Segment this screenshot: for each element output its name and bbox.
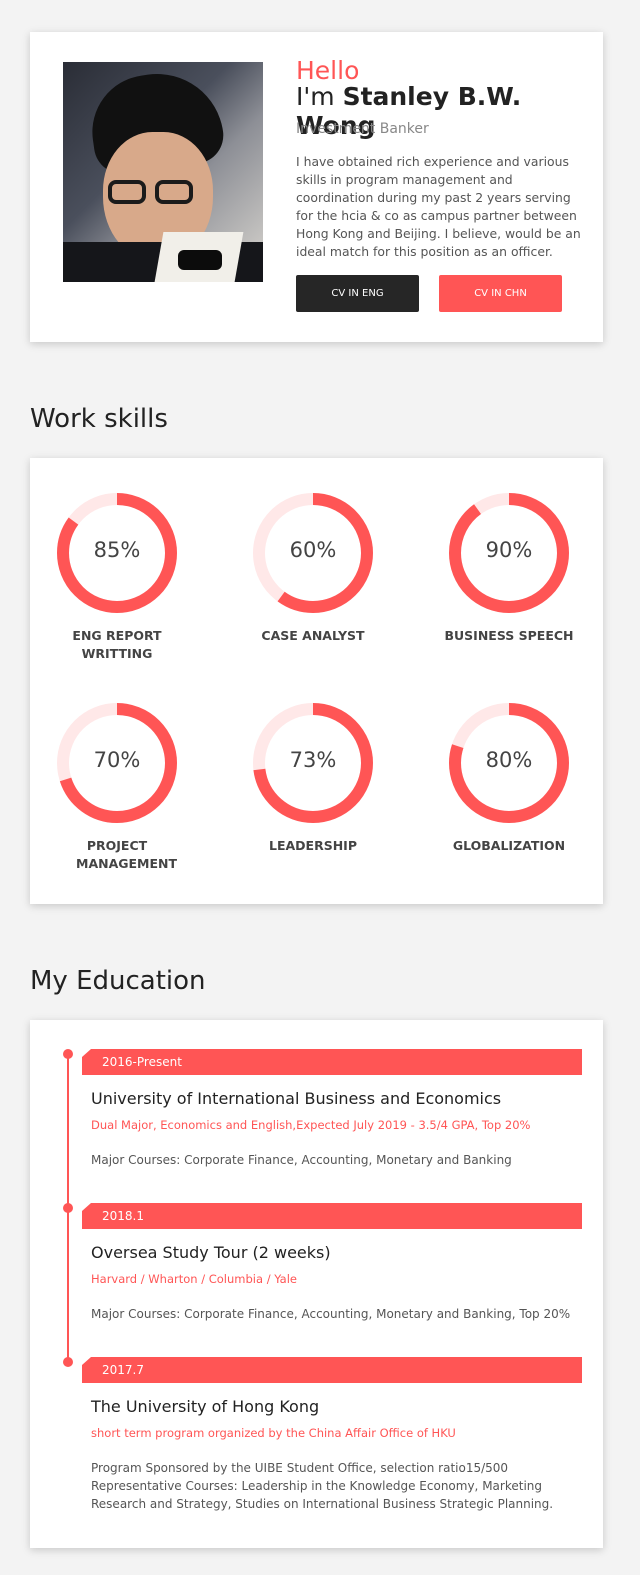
education-section-title: My Education [30,966,206,996]
greeting: Hello [296,56,360,85]
cv-eng-button[interactable]: CV IN ENG [296,275,419,312]
period-tag: 2016-Present [82,1049,582,1075]
school-name: University of International Business and… [91,1089,502,1108]
cv-chn-button[interactable]: CV IN CHN [439,275,562,312]
skill-label: PROJECT MANAGEMENT [76,838,178,871]
school-detail: Dual Major, Economics and English,Expect… [91,1118,531,1132]
skill-percent: 73% [289,748,337,772]
bio-text: I have obtained rich experience and vari… [296,154,581,259]
school-detail: Harvard / Wharton / Columbia / Yale [91,1272,297,1286]
skill-percent: 70% [93,748,141,772]
skill-item: 90% BUSINESS SPEECH [424,491,594,645]
courses-text: Major Courses: Corporate Finance, Accoun… [91,1307,571,1321]
skill-item: 70% PROJECT MANAGEMENT [32,701,202,873]
skill-label: LEADERSHIP [269,838,357,853]
job-title: Investment Banker [296,121,429,137]
school-name: The University of Hong Kong [91,1397,320,1416]
timeline-dot [63,1049,73,1059]
skill-percent: 80% [485,748,533,772]
education-item: 2016-Present University of International… [82,1049,582,1169]
education-item: 2018.1 Oversea Study Tour (2 weeks) Harv… [82,1203,582,1323]
name-prefix: I'm [296,82,335,111]
courses-text: Major Courses: Corporate Finance, Accoun… [91,1153,512,1167]
period-tag: 2018.1 [82,1203,582,1229]
skill-label: BUSINESS SPEECH [444,628,574,643]
skill-item: 60% CASE ANALYST [228,491,398,645]
skill-item: 73% LEADERSHIP [228,701,398,855]
skill-percent: 60% [289,538,337,562]
skill-percent: 90% [485,538,533,562]
courses-text: Program Sponsored by the UIBE Student Of… [91,1461,554,1511]
timeline-dot [63,1203,73,1213]
skill-label: ENG REPORT WRITTING [72,628,162,661]
school-detail: short term program organized by the Chin… [91,1426,456,1440]
skill-item: 80% GLOBALIZATION [424,701,594,855]
education-card: 2016-Present University of International… [30,1020,603,1548]
profile-card: Hello I'm Stanley B.W. Wong Investment B… [30,32,603,342]
period-tag: 2017.7 [82,1357,582,1383]
education-item: 2017.7 The University of Hong Kong short… [82,1357,582,1513]
skill-label: CASE ANALYST [261,628,365,643]
profile-photo [63,62,263,282]
skills-section-title: Work skills [30,404,168,434]
skill-label: GLOBALIZATION [452,838,566,853]
timeline-dot [63,1357,73,1367]
skill-item: 85% ENG REPORT WRITTING [32,491,202,663]
skills-card: 85% ENG REPORT WRITTING 60% CASE ANALYST 90%… [30,458,603,904]
school-name: Oversea Study Tour (2 weeks) [91,1243,331,1262]
skill-percent: 85% [93,538,141,562]
